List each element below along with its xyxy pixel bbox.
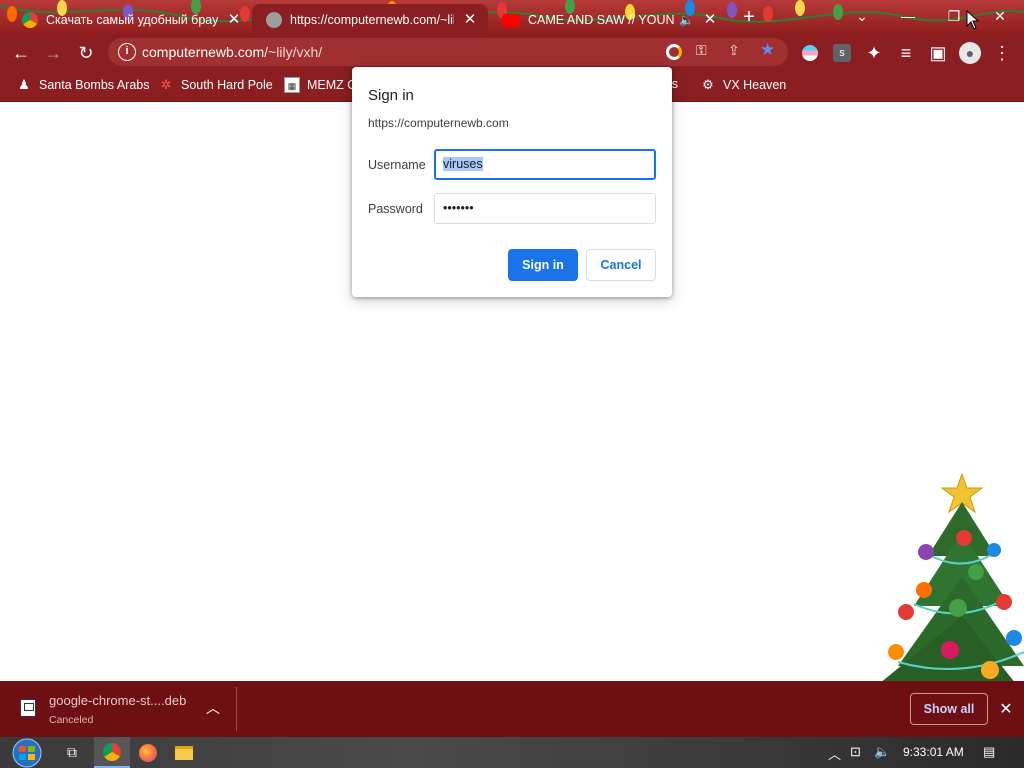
volume-icon[interactable]: 🔈 (874, 744, 890, 760)
url-host: computernewb.com (142, 44, 265, 60)
show-all-button[interactable]: Show all (910, 693, 988, 725)
extension-s-icon[interactable]: s (833, 44, 851, 62)
bookmark-label: MEMZ C (307, 78, 357, 92)
share-icon[interactable]: ⇪ (728, 42, 740, 59)
tray-chevron-up-icon[interactable]: ︿ (828, 744, 841, 763)
google-lens-icon[interactable] (666, 44, 682, 60)
snowflake-icon: ✲ (160, 77, 172, 92)
vx-icon: ⚙ (702, 77, 714, 92)
notifications-icon[interactable]: ▤ (983, 744, 995, 760)
christmas-tree-decoration (874, 472, 1024, 694)
bookmark-label: South Hard Pole (181, 78, 273, 92)
divider (236, 687, 237, 731)
bookmark-santa-bombs-arabs[interactable]: ♟ Santa Bombs Arabs (16, 77, 149, 93)
taskbar-clock[interactable]: 9:33:01 AM (903, 745, 964, 759)
site-info-icon[interactable]: i (118, 43, 136, 61)
bookmark-vx-heaven[interactable]: ⚙ VX Heaven (700, 77, 786, 93)
profile-flag-icon[interactable] (802, 45, 818, 61)
profile-avatar-icon[interactable]: ● (959, 42, 981, 64)
audio-playing-icon[interactable]: 🔈 (679, 13, 694, 27)
close-tab-icon[interactable]: ✕ (702, 12, 718, 28)
key-icon[interactable]: ⚿ (696, 42, 707, 59)
close-tab-icon[interactable]: ✕ (226, 12, 242, 28)
extensions-puzzle-icon[interactable]: ✦ (862, 41, 886, 65)
address-bar[interactable]: i computernewb.com/~lily/vxh/ ⚿ ⇪ ★ (108, 38, 788, 66)
mouse-cursor-icon (966, 10, 980, 30)
chevron-up-icon[interactable]: ︿ (204, 699, 222, 717)
password-label: Password (368, 202, 423, 216)
new-tab-button[interactable]: + (738, 6, 760, 28)
tab-strip: Скачать самый удобный брауз ✕ https://co… (0, 0, 1024, 36)
tab-search-chevron-icon[interactable]: ⌄ (842, 4, 882, 28)
youtube-icon (502, 13, 520, 27)
tab-computernewb[interactable]: https://computernewb.com/~lily ✕ (252, 4, 488, 36)
forward-button[interactable]: → (41, 41, 65, 65)
tab-youtube[interactable]: CAME AND SAW // YOUNG 🔈 ✕ (488, 4, 728, 36)
password-value: ••••••• (443, 201, 474, 215)
windows-start-button[interactable] (10, 737, 44, 768)
username-field[interactable]: viruses (434, 149, 656, 180)
reload-button[interactable]: ↻ (74, 41, 98, 65)
url-path: /~lily/vxh/ (264, 44, 323, 60)
file-explorer-taskbar-icon[interactable] (166, 737, 202, 768)
download-shelf: google-chrome-st....deb Canceled ︿ Show … (0, 681, 1024, 737)
bookmark-south-hard-pole[interactable]: ✲ South Hard Pole (158, 77, 273, 93)
firefox-taskbar-icon[interactable] (130, 737, 166, 768)
username-label: Username (368, 158, 426, 172)
taskbar: ⧉ ︿ ⊡ 🔈 9:33:01 AM ▤ (0, 737, 1024, 768)
sign-in-button[interactable]: Sign in (508, 249, 578, 281)
tab-title: https://computernewb.com/~lily (290, 13, 454, 27)
tab-chrome-download[interactable]: Скачать самый удобный брауз ✕ (8, 4, 252, 36)
task-view-icon[interactable]: ⧉ (54, 737, 90, 768)
password-field[interactable]: ••••••• (434, 193, 656, 224)
close-tab-icon[interactable]: ✕ (462, 12, 478, 28)
memz-icon: ▦ (284, 77, 300, 93)
tab-title: Скачать самый удобный брауз (46, 13, 218, 27)
sign-in-dialog: Sign in https://computernewb.com Usernam… (352, 67, 672, 297)
url-text[interactable]: computernewb.com/~lily/vxh/ (142, 44, 322, 60)
minimize-button[interactable]: — (888, 4, 928, 28)
close-shelf-icon[interactable]: ✕ (996, 700, 1016, 720)
bookmark-label: Santa Bombs Arabs (39, 78, 150, 92)
download-status: Canceled (49, 714, 94, 726)
network-icon[interactable]: ⊡ (850, 744, 861, 760)
chrome-icon (22, 12, 38, 28)
bookmark-star-icon[interactable]: ★ (760, 40, 775, 60)
bookmark-memz[interactable]: ▦ MEMZ C (284, 77, 356, 93)
back-button[interactable]: ← (9, 41, 33, 65)
dialog-origin: https://computernewb.com (368, 116, 509, 130)
file-icon (20, 699, 36, 717)
menu-kebab-icon[interactable]: ⋮ (990, 41, 1014, 65)
tab-title: CAME AND SAW // YOUNG (528, 13, 676, 27)
chrome-taskbar-icon[interactable] (94, 737, 130, 768)
side-panel-icon[interactable]: ▣ (926, 41, 950, 65)
media-control-icon[interactable]: ≡ (894, 41, 918, 65)
username-value: viruses (443, 157, 483, 171)
bookmark-label: VX Heaven (723, 78, 787, 92)
close-window-button[interactable]: ✕ (980, 4, 1020, 28)
globe-icon (266, 12, 282, 28)
download-filename[interactable]: google-chrome-st....deb (49, 693, 186, 708)
cancel-button[interactable]: Cancel (586, 249, 656, 281)
dialog-title: Sign in (368, 87, 414, 104)
bomb-icon: ♟ (18, 77, 30, 92)
